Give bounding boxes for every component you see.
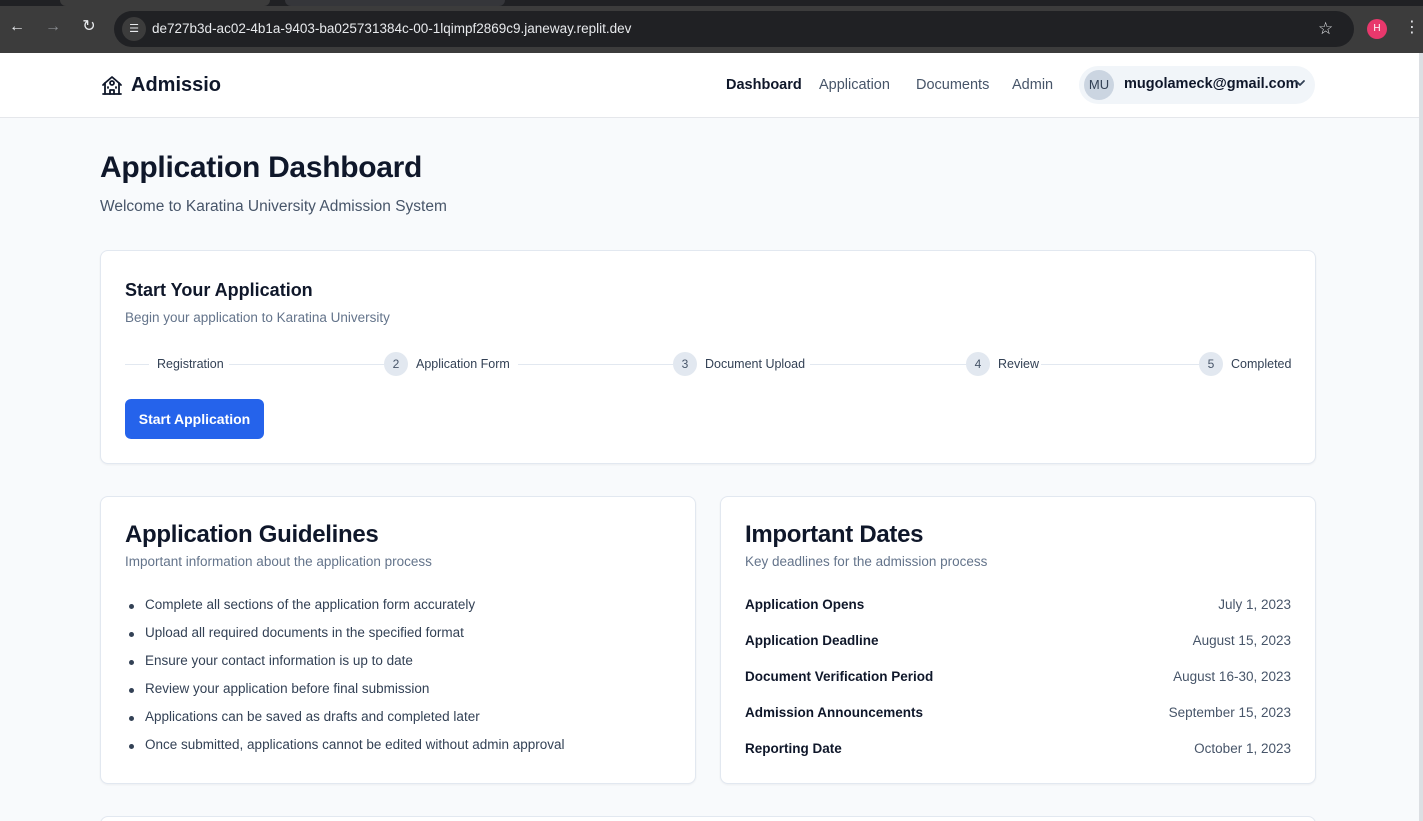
date-label: Admission Announcements: [745, 705, 924, 720]
date-row: Application Opens July 1, 2023: [745, 597, 1291, 617]
bullet-icon: [129, 688, 134, 693]
dates-title: Important Dates: [745, 521, 924, 548]
start-application-button[interactable]: Start Application: [125, 399, 264, 439]
step-application-form: 2 Application Form: [384, 352, 518, 376]
page-subtitle: Welcome to Karatina University Admission…: [100, 198, 447, 215]
date-label: Application Opens: [745, 597, 865, 612]
step-label: Document Upload: [705, 357, 806, 371]
app-header: Admissio Dashboard Application Documents…: [0, 53, 1419, 118]
date-label: Reporting Date: [745, 741, 842, 756]
date-value: October 1, 2023: [1194, 741, 1291, 756]
step-number: 3: [673, 352, 697, 376]
step-registration: Registration: [149, 352, 229, 376]
date-value: August 16-30, 2023: [1173, 669, 1291, 684]
bullet-icon: [129, 744, 134, 749]
step-label: Application Form: [416, 357, 510, 371]
bullet-icon: [129, 632, 134, 637]
next-card: [100, 816, 1316, 821]
site-info-icon[interactable]: ☰: [122, 17, 146, 41]
page-title: Application Dashboard: [100, 151, 423, 184]
user-email: mugolameck@gmail.com: [1124, 76, 1299, 92]
date-label: Document Verification Period: [745, 669, 934, 684]
date-value: August 15, 2023: [1192, 633, 1291, 648]
school-icon: [102, 76, 122, 95]
step-completed: 5 Completed: [1199, 352, 1291, 376]
address-bar[interactable]: ☰ de727b3d-ac02-4b1a-9403-ba025731384c-0…: [114, 11, 1354, 47]
date-row: Reporting Date October 1, 2023: [745, 741, 1291, 761]
step-document-upload: 3 Document Upload: [673, 352, 810, 376]
tab-strip: [0, 0, 1423, 6]
reload-icon[interactable]: ↻: [79, 17, 99, 37]
page-scrollbar[interactable]: [1419, 53, 1423, 821]
url-text[interactable]: de727b3d-ac02-4b1a-9403-ba025731384c-00-…: [152, 21, 631, 36]
step-number: 4: [966, 352, 990, 376]
step-label: Review: [998, 357, 1039, 371]
browser-menu-icon[interactable]: ⋮: [1404, 17, 1420, 39]
start-card-subtitle: Begin your application to Karatina Unive…: [125, 310, 390, 325]
important-dates-card: Important Dates Key deadlines for the ad…: [720, 496, 1316, 784]
nav-documents[interactable]: Documents: [916, 77, 989, 93]
nav-application[interactable]: Application: [819, 77, 890, 93]
step-number: 2: [384, 352, 408, 376]
start-card-title: Start Your Application: [125, 280, 313, 300]
chevron-down-icon: [1295, 80, 1305, 86]
bullet-icon: [129, 716, 134, 721]
browser-tab[interactable]: [285, 0, 505, 6]
bullet-icon: [129, 660, 134, 665]
start-application-card: Start Your Application Begin your applic…: [100, 250, 1316, 464]
back-arrow-icon[interactable]: ←: [7, 17, 27, 37]
avatar: MU: [1084, 70, 1114, 100]
date-row: Application Deadline August 15, 2023: [745, 633, 1291, 653]
step-number: 5: [1199, 352, 1223, 376]
guidelines-title: Application Guidelines: [125, 521, 379, 548]
step-label: Completed: [1231, 357, 1292, 371]
guidelines-subtitle: Important information about the applicat…: [125, 554, 432, 569]
nav-dashboard[interactable]: Dashboard: [726, 77, 802, 93]
user-menu-button[interactable]: MU mugolameck@gmail.com: [1079, 66, 1315, 104]
date-label: Application Deadline: [745, 633, 879, 648]
brand-name[interactable]: Admissio: [131, 74, 221, 97]
nav-admin[interactable]: Admin: [1012, 77, 1053, 93]
browser-toolbar: ← → ↻ ☰ de727b3d-ac02-4b1a-9403-ba025731…: [0, 0, 1423, 53]
forward-arrow-icon[interactable]: →: [43, 17, 63, 37]
step-review: 4 Review: [966, 352, 1041, 376]
date-value: July 1, 2023: [1218, 597, 1291, 612]
date-row: Document Verification Period August 16-3…: [745, 669, 1291, 689]
bookmark-star-icon[interactable]: ☆: [1318, 19, 1333, 39]
bullet-icon: [129, 604, 134, 609]
date-row: Admission Announcements September 15, 20…: [745, 705, 1291, 725]
step-label: Registration: [157, 357, 224, 371]
guidelines-card: Application Guidelines Important informa…: [100, 496, 696, 784]
browser-tab-active[interactable]: [60, 0, 270, 6]
date-value: September 15, 2023: [1168, 705, 1291, 720]
dates-subtitle: Key deadlines for the admission process: [745, 554, 988, 569]
profile-avatar[interactable]: H: [1367, 19, 1387, 39]
